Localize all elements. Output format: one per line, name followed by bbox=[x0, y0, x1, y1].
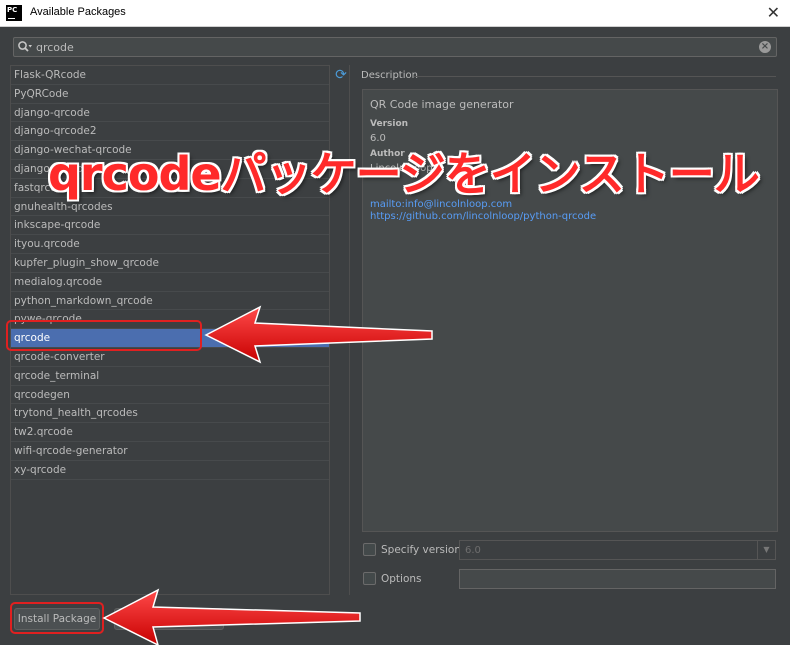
version-select-value: 6.0 bbox=[465, 545, 481, 556]
package-item[interactable]: qrcodegen bbox=[11, 386, 329, 405]
github-link[interactable]: https://github.com/lincolnloop/python-qr… bbox=[370, 211, 770, 223]
package-item[interactable]: wifi-qrcode-generator bbox=[11, 442, 329, 461]
manage-repositories-button[interactable] bbox=[114, 608, 224, 630]
specify-version-checkbox[interactable] bbox=[363, 543, 376, 556]
specify-version-label[interactable]: Specify version bbox=[381, 544, 461, 556]
options-label[interactable]: Options bbox=[381, 573, 422, 585]
package-item[interactable]: medialog.qrcode bbox=[11, 273, 329, 292]
description-divider bbox=[414, 76, 776, 77]
search-input[interactable]: qrcode bbox=[36, 41, 74, 54]
package-item[interactable]: Flask-QRcode bbox=[11, 66, 329, 85]
pycharm-app-icon: PC bbox=[6, 5, 22, 21]
highlight-box-selected-package bbox=[6, 320, 202, 351]
package-item[interactable]: PyQRCode bbox=[11, 85, 329, 104]
title-bar: PC Available Packages ✕ bbox=[0, 0, 790, 27]
search-field[interactable]: qrcode × bbox=[13, 37, 777, 57]
package-item[interactable]: trytond_health_qrcodes bbox=[11, 404, 329, 424]
options-input[interactable] bbox=[459, 569, 776, 589]
package-item[interactable]: xy-qrcode bbox=[11, 461, 329, 480]
chevron-down-icon[interactable]: ▼ bbox=[757, 541, 775, 559]
version-label: Version bbox=[370, 119, 409, 129]
highlight-box-install-button bbox=[10, 602, 104, 634]
package-item[interactable]: python_markdown_qrcode bbox=[11, 292, 329, 311]
window-title: Available Packages bbox=[30, 6, 126, 18]
package-item[interactable]: kupfer_plugin_show_qrcode bbox=[11, 254, 329, 273]
package-list-items[interactable]: Flask-QRcode PyQRCode django-qrcode django-… bbox=[11, 66, 329, 480]
reload-list-icon[interactable]: ⟳ bbox=[333, 67, 349, 83]
options-checkbox[interactable] bbox=[363, 572, 376, 585]
package-item[interactable]: qrcode_terminal bbox=[11, 367, 329, 386]
package-item[interactable]: ityou.qrcode bbox=[11, 235, 329, 254]
annotation-banner: qrcodeパッケージをインストール bbox=[48, 147, 760, 201]
package-item[interactable]: inkscape-qrcode bbox=[11, 216, 329, 236]
clear-search-icon[interactable]: × bbox=[759, 41, 771, 53]
description-header: Description bbox=[361, 70, 418, 81]
package-item[interactable]: django-qrcode bbox=[11, 104, 329, 123]
package-summary: QR Code image generator bbox=[370, 98, 514, 111]
version-select[interactable]: 6.0 ▼ bbox=[459, 540, 776, 560]
close-icon[interactable]: ✕ bbox=[767, 3, 780, 22]
package-item[interactable]: tw2.qrcode bbox=[11, 423, 329, 442]
available-packages-dialog: PC Available Packages ✕ qrcode × Flask-Q… bbox=[0, 0, 790, 645]
search-icon[interactable] bbox=[17, 40, 33, 54]
